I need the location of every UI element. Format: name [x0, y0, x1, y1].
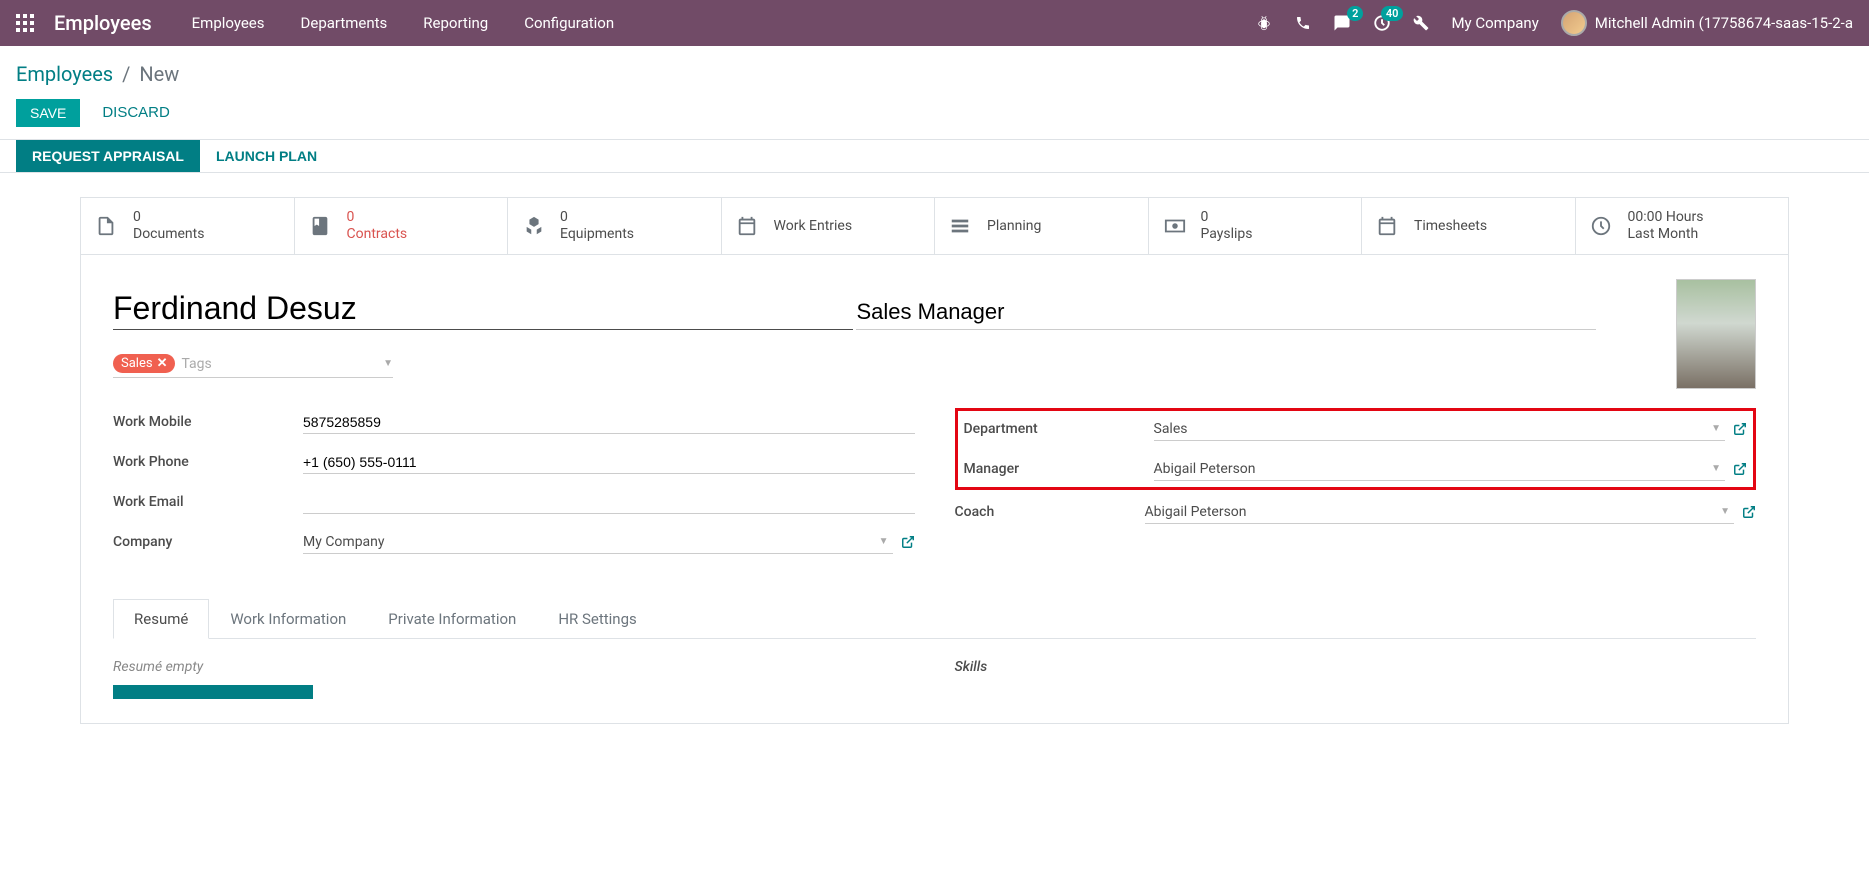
activities-icon[interactable]: 40 — [1373, 14, 1391, 32]
document-icon — [95, 215, 121, 237]
chevron-down-icon: ▼ — [875, 536, 893, 547]
book-icon — [309, 215, 335, 237]
request-appraisal-button[interactable]: REQUEST APPRAISAL — [16, 140, 200, 172]
external-link-icon[interactable] — [1733, 462, 1747, 476]
tab-work-information[interactable]: Work Information — [209, 599, 367, 639]
calendar-icon — [1376, 215, 1402, 237]
tag-sales: Sales✕ — [113, 354, 175, 373]
statusbar: REQUEST APPRAISAL LAUNCH PLAN — [0, 140, 1869, 173]
work-email-input[interactable] — [303, 494, 915, 510]
stat-work-entries[interactable]: Work Entries — [722, 198, 936, 254]
external-link-icon[interactable] — [901, 535, 915, 549]
breadcrumb-root[interactable]: Employees — [16, 62, 113, 86]
notebook-tabs: Resumé Work Information Private Informat… — [113, 598, 1756, 639]
external-link-icon[interactable] — [1742, 505, 1756, 519]
label-manager: Manager — [964, 461, 1154, 477]
save-button[interactable]: SAVE — [16, 99, 80, 127]
calendar-icon — [736, 215, 762, 237]
tags-placeholder: Tags — [181, 356, 211, 372]
systray: 2 40 My Company Mitchell Admin (17758674… — [1255, 10, 1853, 36]
tasks-icon — [949, 215, 975, 237]
bug-icon[interactable] — [1255, 14, 1273, 32]
menu-employees[interactable]: Employees — [192, 14, 265, 32]
stat-documents[interactable]: 0Documents — [81, 198, 295, 254]
menu-configuration[interactable]: Configuration — [524, 14, 614, 32]
control-panel: Employees / New SAVE DISCARD — [0, 46, 1869, 140]
app-brand[interactable]: Employees — [54, 11, 152, 35]
label-work-mobile: Work Mobile — [113, 414, 303, 430]
menu-reporting[interactable]: Reporting — [423, 14, 488, 32]
label-work-phone: Work Phone — [113, 454, 303, 470]
stat-contracts[interactable]: 0Contracts — [295, 198, 509, 254]
highlight-annotation: Department Sales▼ Manager Abigail Peters… — [955, 408, 1757, 490]
breadcrumb-current: New — [139, 62, 179, 86]
cubes-icon — [522, 215, 548, 237]
coach-select[interactable]: Abigail Peterson▼ — [1145, 501, 1735, 524]
money-icon — [1163, 215, 1189, 237]
label-department: Department — [964, 421, 1154, 437]
company-select[interactable]: My Company▼ — [303, 531, 893, 554]
discard-button[interactable]: DISCARD — [88, 98, 184, 127]
stat-buttons: 0Documents 0Contracts 0Equipments Work E… — [81, 198, 1788, 255]
main-menu: Employees Departments Reporting Configur… — [192, 14, 614, 32]
company-switcher[interactable]: My Company — [1451, 14, 1538, 32]
employee-name-input[interactable] — [113, 288, 853, 330]
topbar: Employees Employees Departments Reportin… — [0, 0, 1869, 46]
work-phone-input[interactable] — [303, 454, 915, 470]
create-entry-button[interactable] — [113, 685, 313, 699]
manager-select[interactable]: Abigail Peterson▼ — [1154, 458, 1726, 481]
user-menu[interactable]: Mitchell Admin (17758674-saas-15-2-a — [1561, 10, 1853, 36]
job-title-input[interactable] — [856, 295, 1596, 330]
user-avatar — [1561, 10, 1587, 36]
chevron-down-icon: ▼ — [1707, 463, 1725, 474]
stat-last-month[interactable]: 00:00 HoursLast Month — [1576, 198, 1789, 254]
chevron-down-icon: ▼ — [1707, 423, 1725, 434]
employee-photo[interactable] — [1676, 279, 1756, 389]
stat-equipments[interactable]: 0Equipments — [508, 198, 722, 254]
skills-header: Skills — [955, 659, 1757, 675]
department-select[interactable]: Sales▼ — [1154, 418, 1726, 441]
clock-icon — [1590, 215, 1616, 237]
stat-planning[interactable]: Planning — [935, 198, 1149, 254]
phone-icon[interactable] — [1295, 15, 1311, 31]
form-sheet: 0Documents 0Contracts 0Equipments Work E… — [80, 197, 1789, 724]
label-coach: Coach — [955, 504, 1145, 520]
label-work-email: Work Email — [113, 494, 303, 510]
chevron-down-icon[interactable]: ▼ — [383, 358, 393, 369]
activities-badge: 40 — [1381, 6, 1404, 21]
user-name: Mitchell Admin (17758674-saas-15-2-a — [1595, 14, 1853, 32]
chevron-down-icon: ▼ — [1716, 506, 1734, 517]
menu-departments[interactable]: Departments — [301, 14, 388, 32]
messaging-badge: 2 — [1347, 6, 1363, 21]
breadcrumb: Employees / New — [16, 62, 1853, 86]
apps-icon[interactable] — [16, 14, 34, 32]
tab-hr-settings[interactable]: HR Settings — [537, 599, 657, 639]
stat-payslips[interactable]: 0Payslips — [1149, 198, 1363, 254]
tab-resume[interactable]: Resumé — [113, 599, 209, 639]
external-link-icon[interactable] — [1733, 422, 1747, 436]
resume-empty-text: Resumé empty — [113, 659, 915, 675]
tab-private-information[interactable]: Private Information — [367, 599, 537, 639]
tag-remove-icon[interactable]: ✕ — [157, 356, 168, 371]
tags-field[interactable]: Sales✕ Tags ▼ — [113, 354, 393, 378]
messaging-icon[interactable]: 2 — [1333, 14, 1351, 32]
work-mobile-input[interactable] — [303, 414, 915, 430]
stat-timesheets[interactable]: Timesheets — [1362, 198, 1576, 254]
label-company: Company — [113, 534, 303, 550]
tools-icon[interactable] — [1413, 15, 1429, 31]
launch-plan-button[interactable]: LAUNCH PLAN — [200, 140, 333, 172]
